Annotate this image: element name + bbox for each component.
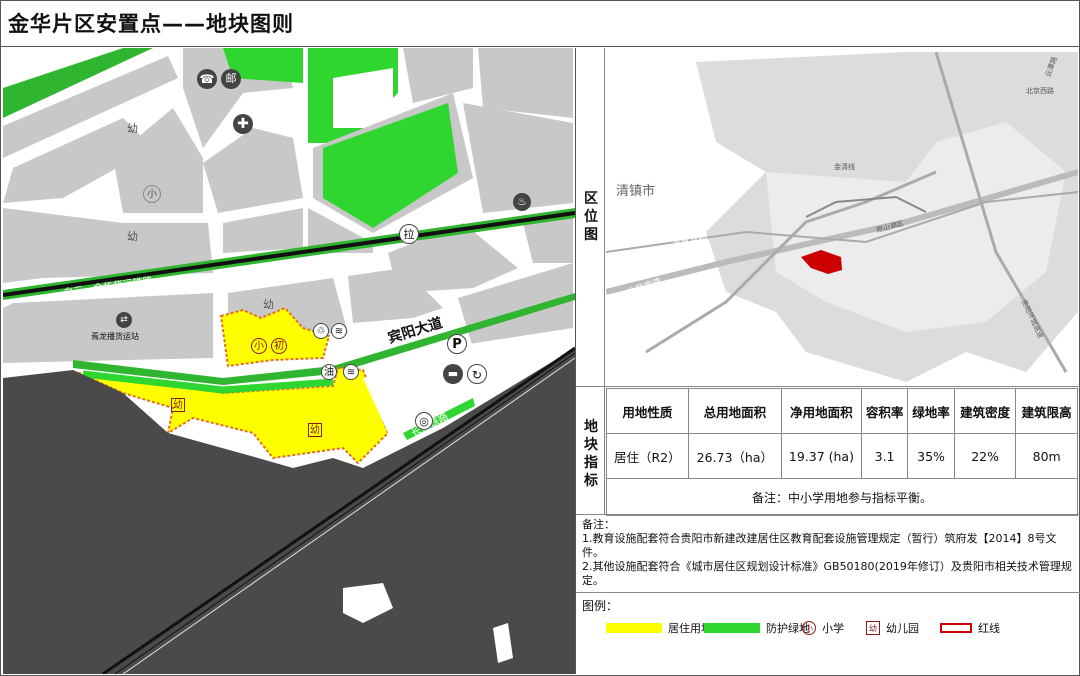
divider [576,386,1080,387]
kindergarten-symbol: 幼 [866,621,880,635]
school-marker: 小 [143,185,161,203]
header-land-use: 用地性质 [606,388,689,434]
legend-label: 小学 [822,622,844,635]
title-divider [0,46,1080,47]
location-map: 清镇市 清黄公路 沪昆高速 北京西路 云潭路 金清线 观山湖区 贵阳环城高速 [606,52,1078,382]
info-panel: 区位图 清镇市 清黄公路 沪昆高速 北京西路 云潭路 金清线 观山湖区 贵阳环城… [576,48,1080,674]
header-net-area: 净用地面积 [781,388,862,434]
gas-station-icon: 油 [321,364,337,380]
pump-icon: ◎ [415,412,433,430]
utility-icon: ≋ [343,364,359,380]
remarks-item: 2.其他设施配套符合《城市居住区规划设计标准》GB50180(2019年修订）及… [582,560,1072,587]
phone-icon: ☎ [197,69,217,89]
school-symbol: 小 [802,621,816,635]
value-density: 22% [953,433,1017,479]
location-label: 区位图 [584,191,598,243]
value-land-use: 居住（R2） [606,433,689,479]
water-icon: ↻ [467,364,487,384]
place-label: 清镇市 [616,184,656,199]
header-density: 建筑密度 [953,388,1017,434]
legend-item-school: 小 小学 [802,620,844,636]
road-label: 北京西路 [1026,87,1054,95]
green-swatch [704,623,760,633]
remarks-title: 备注： [582,518,615,531]
kindergarten-label: 幼 [127,122,138,135]
legend-label: 红线 [978,622,1000,635]
divider [576,592,1080,593]
divider [576,514,1080,515]
header-total-area: 总用地面积 [687,388,783,434]
post-icon: 邮 [221,69,241,89]
kindergarten-label: 幼 [127,230,138,243]
sanitation-icon: 拉 [399,224,419,244]
indicators-note: 备注：中小学用地参与指标平衡。 [606,478,1078,516]
legend-item-kindergarten: 幼 幼儿园 [866,620,919,636]
road-label: 金清线 [834,163,855,171]
value-far: 3.1 [860,433,909,479]
kindergarten-label: 幼 [263,298,274,311]
site-plan-map: 白云—金华货运铁路 宾阳大道 焉龙播货运站 长昆铁路 幼 幼 幼 幼 幼 小 小… [3,48,576,674]
legend-title: 图例： [582,599,619,613]
remarks-block: 备注： 1.教育设施配套符合贵阳市新建改建居住区教育配套设施管理规定（暂行）筑府… [582,518,1074,588]
remarks-item: 1.教育设施配套符合贵阳市新建改建居住区教育配套设施管理规定（暂行）筑府发【20… [582,532,1057,559]
legend-item-green: 防护绿地 [704,620,810,636]
kindergarten-marker: 幼 [308,423,322,437]
indicators-label: 地块指标 [584,419,598,489]
parking-icon: P [447,334,467,354]
header-green-ratio: 绿地率 [907,388,955,434]
value-total-area: 26.73（ha） [687,433,783,479]
redline-swatch [940,623,972,633]
header-far: 容积率 [860,388,909,434]
primary-school-marker: 小 [251,338,267,354]
recycle-icon: ♲ [313,323,329,339]
location-map-svg [606,52,1078,382]
value-green-ratio: 35% [907,433,955,479]
residential-swatch [606,623,662,633]
utility-icon: ≋ [331,323,347,339]
middle-school-marker: 初 [271,338,287,354]
indicators-table: 用地性质 总用地面积 净用地面积 容积率 绿地率 建筑密度 建筑限高 居住（R2… [606,388,1078,516]
legend-item-redline: 红线 [940,620,1000,636]
value-net-area: 19.37 (ha) [781,433,862,479]
legend-item-residential: 居住用地 [606,620,712,636]
header-height-limit: 建筑限高 [1015,388,1078,434]
kindergarten-marker: 幼 [171,398,185,412]
divider [604,386,605,514]
legend-label: 幼儿园 [886,622,919,635]
page-title: 金华片区安置点——地块图则 [8,12,294,36]
hospital-icon: ✚ [233,114,253,134]
station-label: 焉龙播货运站 [91,332,139,341]
fire-icon: ♨ [513,193,531,211]
value-height-limit: 80m [1015,433,1078,479]
divider [604,48,605,386]
train-station-icon: ⇄ [116,312,132,328]
bus-icon: ▬ [443,364,463,384]
site-plan-svg [3,48,575,674]
